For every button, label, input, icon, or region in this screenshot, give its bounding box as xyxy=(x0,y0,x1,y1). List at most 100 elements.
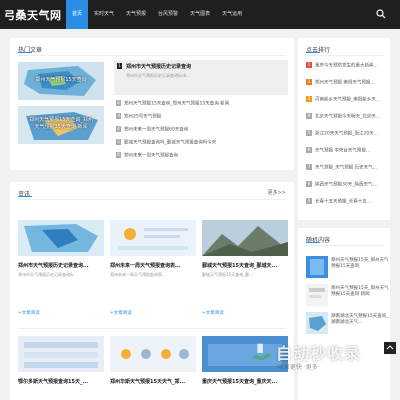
tile-title: 鄂尔多斯天气预报查询15天_... xyxy=(18,379,89,385)
rank-number: 1 xyxy=(117,63,122,69)
nav-realtime[interactable]: 实时天气 xyxy=(88,0,120,29)
ranking-item[interactable]: 1 重庆今天预防发生的重大新闻... xyxy=(306,62,390,70)
news-tile[interactable]: 郑州未来一周天气预报查询表... 郑州未来一周天气预报查询表... +文章阅读 xyxy=(110,220,196,320)
ranking-item[interactable]: 8 陕西天气预报30天_陕西天气... xyxy=(306,181,390,189)
site-logo[interactable]: 弓桑天气网 xyxy=(4,7,62,23)
rank-number: 1 xyxy=(306,62,312,68)
news-tile[interactable]: 郑州华斯天气预报15天天气_郑... xyxy=(110,336,196,396)
ranking-item-text: 天气预报_天气预报 历史天气... xyxy=(315,165,377,171)
divider xyxy=(18,199,286,200)
rank-number: 5 xyxy=(116,139,121,145)
more-link[interactable]: 更多>> xyxy=(268,189,286,196)
rank-number: 6 xyxy=(306,147,312,153)
rank-number: 2 xyxy=(306,79,312,85)
divider xyxy=(304,245,384,246)
random-item[interactable]: 郑州天气预报15天_郑州天气预报15天查询 新闻 xyxy=(306,284,390,308)
ranking-item-text: 浙江20天天气预报_浙江20天... xyxy=(315,131,378,137)
read-article-link[interactable]: +文章阅读 xyxy=(110,310,132,316)
ranking-item[interactable]: 2 郑州天气预报 南阳天气预报... xyxy=(306,79,390,87)
forecast-card-image xyxy=(18,336,104,372)
phone-screenshot-image xyxy=(306,256,328,278)
title-underline xyxy=(306,52,320,53)
ranking-item-text: 郑州天气预报 南阳天气预报... xyxy=(315,80,375,86)
nav-forecast[interactable]: 天气预报 xyxy=(120,0,152,29)
tile-title: 郑州市天气预报历史记录查询... xyxy=(18,263,89,269)
list-item-text: 郑州天气预报15天查询_郑州天气预报15天查询 新闻 xyxy=(124,101,230,107)
caption-line-1: 郑州天气预报15天查询_郑州 xyxy=(29,117,93,124)
arrow-up-icon xyxy=(386,345,394,350)
random-item[interactable]: 郑州天气预报15天_郑州天气预报15天查询 xyxy=(306,256,390,280)
news-tile[interactable]: 郑州市天气预报历史记录查询... 郑州市天气预报历史记录查询&... +文章阅读 xyxy=(18,220,104,320)
watermark-logo-icon xyxy=(252,343,272,360)
divider xyxy=(18,55,286,56)
list-item[interactable]: 4 郑州未来一周天气预报60天查询 xyxy=(116,126,291,133)
rank-number: 5 xyxy=(306,130,312,136)
rank-number: 4 xyxy=(306,113,312,119)
tile-image xyxy=(110,336,196,372)
read-article-link[interactable]: +文章阅读 xyxy=(202,310,224,316)
forecast-card-image xyxy=(110,220,196,256)
hot-featured-item[interactable]: 1 郑州市天气预报历史记录查询 郑州市天气预报历史记录查询&nb... xyxy=(114,60,288,95)
list-item[interactable]: 2 郑州天气预报15天查询_郑州天气预报15天查询 新闻 xyxy=(116,100,291,107)
map-image xyxy=(306,312,328,334)
ranking-item-text: 河南新乡天气预报_南阳新乡天... xyxy=(315,97,381,103)
tile-image xyxy=(18,336,104,372)
ranking-item[interactable]: 6 天气预报 中央台天气预报... xyxy=(306,147,390,155)
search-icon[interactable] xyxy=(376,9,386,19)
title-underline xyxy=(18,196,32,197)
ranking-item[interactable]: 9 长春十五天预报_长春十五... xyxy=(306,198,390,206)
random-thumb xyxy=(306,256,328,278)
random-thumb xyxy=(306,284,328,306)
tile-title: 郑州未来一周天气预报查询表... xyxy=(110,263,181,269)
news-tile[interactable]: 鄞城天气预报15天查询_鄞城天... 鄞城天气预报15天查询_鄞... +文章阅… xyxy=(202,220,288,320)
nav-charts[interactable]: 天气图表 xyxy=(184,0,216,29)
weather-map-image xyxy=(18,220,104,256)
ranking-item[interactable]: 5 浙江20天天气预报_浙江20天... xyxy=(306,130,390,138)
back-to-top-button[interactable] xyxy=(384,342,396,354)
random-item[interactable]: 湖南湖北天气预报15天查询_湖南湖北天气... xyxy=(306,312,390,336)
tile-desc: 鄞城天气预报15天查询_鄞... xyxy=(202,272,253,277)
title-underline xyxy=(306,242,320,243)
ranking-item-text: 北京天气预报今天明天_北京天... xyxy=(315,114,381,120)
rank-number: 8 xyxy=(306,181,312,187)
hot-thumb-2[interactable]: 郑州天气预报15天查询_郑州 天气预报15天查询 新闻 xyxy=(18,106,104,144)
caption-line-2: 天气预报15天查询 新闻 xyxy=(34,124,88,131)
list-item[interactable]: 3 郑州25号天气预报 xyxy=(116,113,291,120)
rank-number: 3 xyxy=(306,96,312,102)
nav-home[interactable]: 首页 xyxy=(66,0,89,29)
list-item[interactable]: 5 鄞城天气预报查询吗_鄞城天气预报查询吗今天 xyxy=(116,139,291,146)
ranking-item-text: 天气预报 中央台天气预报... xyxy=(315,148,371,154)
hot-thumb-1[interactable]: 郑州天气预报15天查询 xyxy=(18,62,104,100)
tile-title: 郑州华斯天气预报15天天气_郑... xyxy=(110,379,186,385)
main-nav: 首页 实时天气 天气预报 台风预警 天气图表 天气运用 xyxy=(66,0,248,29)
list-item-text: 郑州25号天气预报 xyxy=(124,114,162,120)
ranking-item-text: 陕西天气预报30天_陕西天气... xyxy=(315,182,377,188)
tile-image xyxy=(18,220,104,256)
list-item[interactable]: 6 郑州未来一周天气预报查询 xyxy=(116,152,291,159)
ranking-item-text: 长春十五天预报_长春十五... xyxy=(315,199,372,205)
tile-image xyxy=(202,220,288,256)
tile-desc: 郑州未来一周天气预报查询表... xyxy=(110,272,166,277)
ranking-item[interactable]: 4 北京天气预报今天明天_北京天... xyxy=(306,113,390,121)
forecast-card-image xyxy=(110,336,196,372)
ranking-item-text: 重庆今天预防发生的重大新闻... xyxy=(315,63,378,69)
random-item-text: 郑州天气预报15天_郑州天气预报15天查询 xyxy=(331,258,389,269)
read-article-link[interactable]: +文章阅读 xyxy=(18,310,40,316)
ranking-item[interactable]: 3 河南新乡天气预报_南阳新乡天... xyxy=(306,96,390,104)
nav-usage[interactable]: 天气运用 xyxy=(216,0,248,29)
rank-number: 6 xyxy=(116,152,121,158)
random-item-text: 郑州天气预报15天_郑州天气预报15天查询 新闻 xyxy=(331,286,389,297)
mountain-photo xyxy=(202,220,288,256)
watermark-subtitle: ·收录更快 ·更多· xyxy=(276,364,320,371)
nav-typhoon[interactable]: 台风预警 xyxy=(152,0,184,29)
rank-number: 4 xyxy=(116,126,121,132)
rank-number: 3 xyxy=(116,113,121,119)
divider xyxy=(18,328,286,329)
news-tile[interactable]: 鄂尔多斯天气预报查询15天_... xyxy=(18,336,104,396)
ranking-item[interactable]: 7 天气预报_天气预报 历史天气... xyxy=(306,164,390,172)
rank-number: 9 xyxy=(306,198,312,204)
random-thumb xyxy=(306,312,328,334)
featured-desc: 郑州市天气预报历史记录查询&nb... xyxy=(126,73,191,78)
title-underline xyxy=(18,52,32,53)
list-item-text: 鄞城天气预报查询吗_鄞城天气预报查询吗今天 xyxy=(124,140,217,146)
